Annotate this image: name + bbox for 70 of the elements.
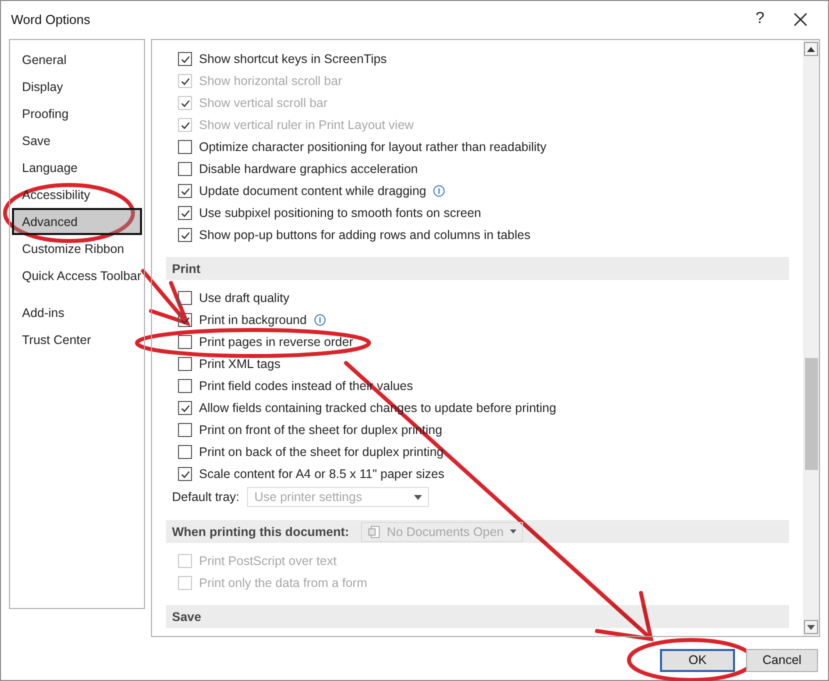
option-label: Print XML tags [199, 357, 281, 371]
scroll-down-icon[interactable] [804, 620, 818, 634]
option-label: Show shortcut keys in ScreenTips [199, 52, 387, 66]
option-label: Show vertical scroll bar [199, 96, 328, 110]
option-label: Show vertical ruler in Print Layout view [199, 118, 414, 132]
checkbox[interactable] [178, 184, 192, 198]
sidebar-item[interactable]: Quick Access Toolbar [12, 262, 142, 289]
checkbox[interactable] [178, 467, 192, 481]
caret-icon [807, 624, 815, 630]
option-label: Print only the data from a form [199, 576, 368, 590]
option-label: Show pop-up buttons for adding rows and columns in tables [199, 228, 530, 242]
scroll-thumb[interactable] [804, 358, 818, 470]
help-button[interactable]: ? [740, 4, 780, 34]
checkbox[interactable] [178, 401, 192, 415]
checkmark-icon [180, 404, 190, 412]
checkmark-icon [180, 232, 190, 238]
field-label: Default tray: [172, 490, 240, 504]
checkbox[interactable] [178, 357, 192, 371]
checkbox[interactable] [178, 445, 192, 459]
checkmark-icon [180, 188, 190, 194]
window-title: Word Options [11, 12, 92, 26]
checkbox[interactable] [178, 206, 192, 220]
dialog-button[interactable]: Cancel [746, 648, 818, 672]
checkmark-icon [180, 78, 190, 84]
sidebar-item[interactable]: Customize Ribbon [12, 235, 142, 262]
option-label: Print on back of the sheet for duplex printing [199, 445, 444, 459]
caret-icon [510, 529, 516, 534]
close-icon [794, 12, 806, 26]
checkbox[interactable] [178, 423, 192, 437]
scroll-up-icon[interactable] [804, 42, 818, 56]
checkmark-icon [180, 100, 190, 106]
sidebar-item[interactable]: Accessibility [12, 181, 142, 208]
option-label: Print pages in reverse order [199, 335, 354, 349]
checkbox[interactable] [178, 379, 192, 393]
checkbox[interactable] [178, 162, 192, 176]
option-label: Scale content for A4 or 8.5 x 11" paper sizes [199, 467, 444, 481]
sidebar-item[interactable]: Language [12, 154, 142, 181]
option-label: Update document content while dragging [199, 184, 426, 198]
sidebar-item[interactable]: Add-ins [12, 299, 142, 326]
option-label: Show horizontal scroll bar [199, 74, 342, 88]
checkbox[interactable] [178, 291, 192, 305]
option-label: Use draft quality [199, 291, 290, 305]
scrollbar[interactable] [803, 40, 819, 636]
sidebar-item[interactable]: Proofing [12, 100, 142, 127]
section-title: Print [172, 262, 200, 276]
sidebar-item[interactable]: General [12, 46, 142, 73]
option-label: Use subpixel positioning to smooth fonts on screen [199, 206, 482, 220]
checkmark-icon [180, 56, 190, 62]
checkbox[interactable] [178, 52, 192, 66]
document-icon [368, 524, 381, 540]
section-title: Save [172, 610, 202, 624]
checkmark-icon [180, 210, 190, 216]
sidebar-item[interactable]: Save [12, 127, 142, 154]
sidebar-item[interactable]: Display [12, 73, 142, 100]
checkbox[interactable] [178, 228, 192, 242]
checkbox[interactable] [178, 335, 192, 349]
checkmark-icon [180, 316, 190, 324]
checkbox[interactable] [178, 140, 192, 154]
caret-icon [414, 494, 422, 500]
option-label: Print in background [199, 313, 307, 327]
option-label: Print PostScript over text [199, 554, 337, 568]
checkmark-icon [180, 470, 190, 478]
checkbox[interactable] [178, 313, 192, 327]
checkmark-icon [180, 122, 190, 128]
dialog-button[interactable]: OK [660, 648, 735, 672]
option-label: Disable hardware graphics acceleration [199, 162, 418, 176]
sidebar-item[interactable]: Advanced [12, 208, 142, 235]
option-label: Optimize character positioning for layout rather than readability [199, 140, 546, 154]
sidebar-item[interactable]: Trust Center [12, 326, 142, 353]
section-title: When printing this document: [172, 524, 350, 538]
